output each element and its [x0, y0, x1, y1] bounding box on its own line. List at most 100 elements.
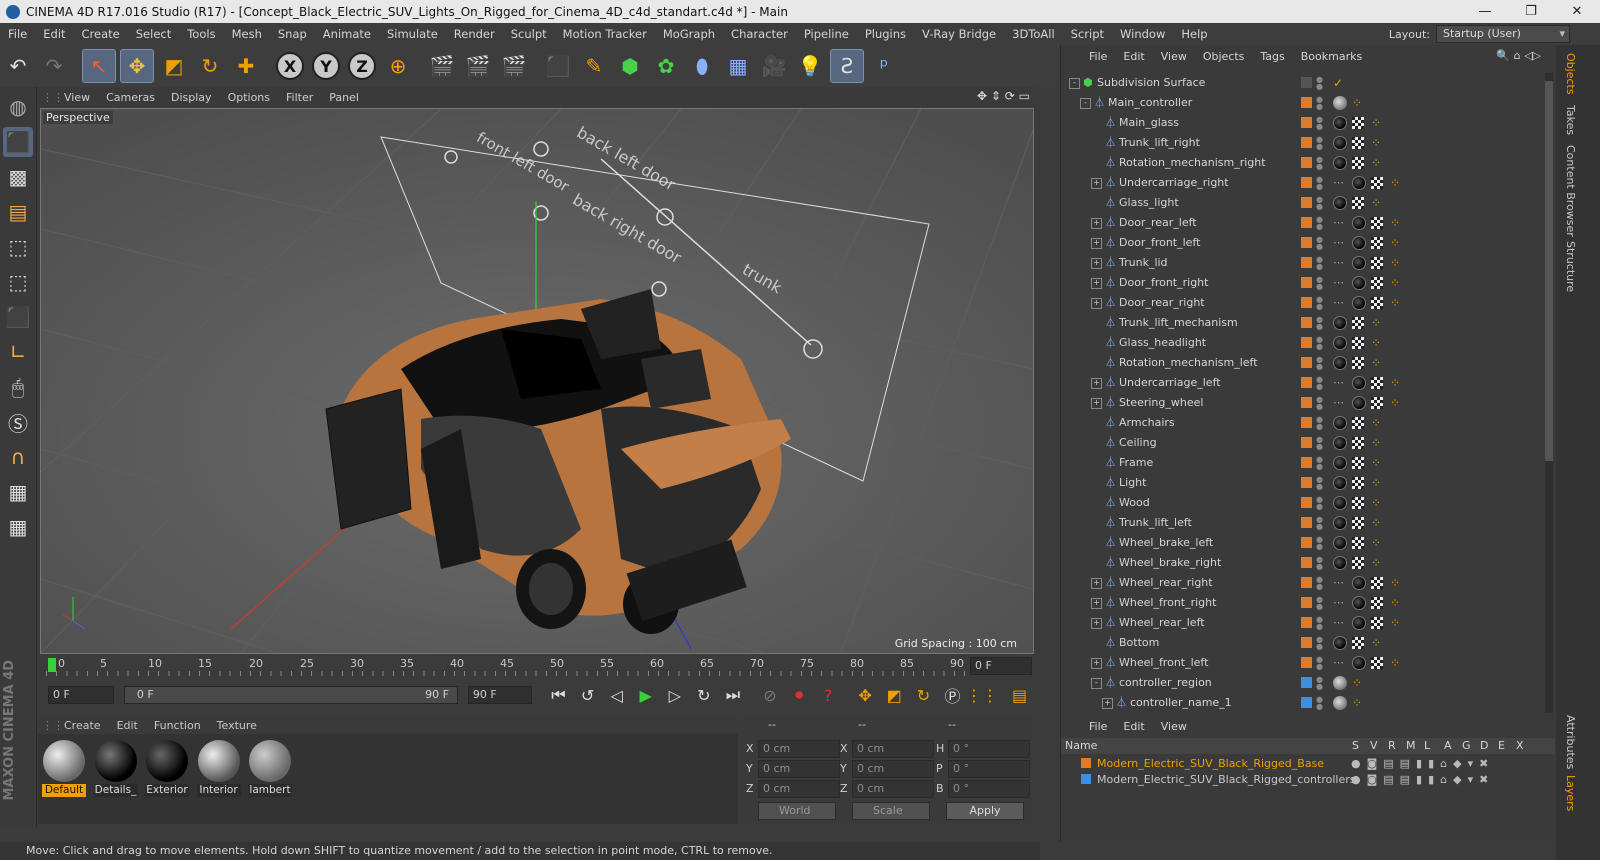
layer-row[interactable]: Modern_Electric_SUV_Black_Rigged_control… [1061, 772, 1555, 787]
object-row[interactable]: + ⏃ Undercarriage_right ● ● ⋯ ⁘ [1061, 173, 1545, 193]
visibility-dots-icon[interactable]: ● ● [1316, 196, 1323, 211]
layer-color-swatch[interactable] [1301, 537, 1312, 548]
collapse-toggle[interactable]: - [1069, 78, 1080, 89]
objects-menu-tags[interactable]: Tags [1252, 50, 1292, 63]
camera-icon[interactable]: 🎥 [758, 50, 790, 82]
perspective-viewport[interactable]: front left door back left door back righ… [40, 108, 1034, 654]
tab-objects[interactable]: Objects [1564, 53, 1577, 95]
selection-tag-icon[interactable]: ⁘ [1371, 496, 1385, 510]
record-icon[interactable]: ⏺ [787, 684, 812, 706]
visibility-dots-icon[interactable]: ● ● [1316, 416, 1323, 431]
rotation-b-field[interactable]: 0 ° [948, 780, 1030, 798]
render-settings-icon[interactable]: 🎬 [498, 50, 530, 82]
redo-icon[interactable]: ↷ [38, 50, 70, 82]
tab-structure[interactable]: Structure [1564, 241, 1577, 292]
axis-mode-icon[interactable]: ∟ [3, 337, 33, 367]
menu-character[interactable]: Character [723, 27, 796, 41]
play-icon[interactable]: ▶ [633, 684, 658, 706]
key-param-icon[interactable]: Ⓟ [940, 684, 965, 706]
selection-tag-icon[interactable]: ⁘ [1390, 296, 1404, 310]
menu-motion-tracker[interactable]: Motion Tracker [555, 27, 655, 41]
maximize-button[interactable]: ❐ [1508, 0, 1554, 23]
ik-tag-icon[interactable]: ⋯ [1333, 276, 1347, 290]
position-x-field[interactable]: 0 cm [758, 740, 840, 758]
visibility-dots-icon[interactable]: ● ● [1316, 96, 1323, 111]
timeline-window-icon[interactable]: ▤ [1007, 684, 1032, 706]
layer-color-swatch[interactable] [1301, 657, 1312, 668]
menu-file[interactable]: File [0, 27, 35, 41]
visibility-dots-icon[interactable]: ● ● [1316, 316, 1323, 331]
key-scale-icon[interactable]: ◩ [882, 684, 907, 706]
object-row[interactable]: - ⏃ controller_region ● ● ⁘ [1061, 673, 1545, 693]
selection-tag-icon[interactable]: ⁘ [1371, 436, 1385, 450]
texture-tag-icon[interactable] [1352, 157, 1364, 169]
material-menu-texture[interactable]: Texture [209, 719, 265, 732]
layer-row[interactable]: Modern_Electric_SUV_Black_Rigged_Base ●◙… [1061, 756, 1555, 771]
material-menu-edit[interactable]: Edit [109, 719, 146, 732]
material-tag-icon[interactable] [1352, 656, 1366, 670]
visibility-dots-icon[interactable]: ● ● [1316, 696, 1323, 711]
material-menu-function[interactable]: Function [146, 719, 209, 732]
material-tag-icon[interactable] [1333, 96, 1347, 110]
material-tag-icon[interactable] [1333, 476, 1347, 490]
material-tag-icon[interactable] [1352, 396, 1366, 410]
visibility-dots-icon[interactable]: ● ● [1316, 76, 1323, 91]
model-mode-icon[interactable]: ⬛ [3, 127, 33, 157]
visibility-dots-icon[interactable]: ● ● [1316, 476, 1323, 491]
object-row[interactable]: ⏃ Wheel_brake_left ● ● ⁘ [1061, 533, 1545, 553]
tab-layers[interactable]: Layers [1564, 775, 1577, 811]
texture-tag-icon[interactable] [1371, 257, 1383, 269]
expand-toggle[interactable]: + [1091, 218, 1102, 229]
objects-menu-file[interactable]: File [1081, 50, 1115, 63]
layer-flag-icons[interactable]: ●◙▤▤▮▮⌂◆▾✖ [1351, 756, 1494, 771]
layer-color-swatch[interactable] [1301, 177, 1312, 188]
material-item[interactable]: Interior [196, 734, 241, 797]
collapse-toggle[interactable]: - [1080, 98, 1091, 109]
texture-tag-icon[interactable] [1371, 177, 1383, 189]
cloner-icon[interactable]: ✿ [650, 50, 682, 82]
object-row[interactable]: ⏃ Glass_light ● ● ⁘ [1061, 193, 1545, 213]
material-tag-icon[interactable] [1333, 636, 1347, 650]
expand-toggle[interactable]: + [1091, 618, 1102, 629]
texture-tag-icon[interactable] [1371, 297, 1383, 309]
layer-color-swatch[interactable] [1301, 237, 1312, 248]
expand-toggle[interactable]: + [1091, 578, 1102, 589]
visibility-dots-icon[interactable]: ● ● [1316, 636, 1323, 651]
layer-color-swatch[interactable] [1301, 297, 1312, 308]
object-row[interactable]: ⏃ Trunk_lift_left ● ● ⁘ [1061, 513, 1545, 533]
ik-tag-icon[interactable]: ⋯ [1333, 376, 1347, 390]
visibility-dots-icon[interactable]: ● ● [1316, 456, 1323, 471]
sculpt-plugin-icon[interactable]: Ƨ [830, 49, 864, 83]
layer-flag-icons[interactable]: ●◙▤▤▮▮⌂◆▾✖ [1351, 772, 1494, 787]
expand-toggle[interactable]: + [1091, 378, 1102, 389]
coordinate-space-select[interactable]: World [758, 802, 836, 820]
material-tag-icon[interactable] [1333, 116, 1347, 130]
texture-mode-icon[interactable]: ▩ [3, 162, 33, 192]
texture-tag-icon[interactable] [1371, 377, 1383, 389]
menu-sculpt[interactable]: Sculpt [503, 27, 555, 41]
visibility-dots-icon[interactable]: ● ● [1316, 236, 1323, 251]
objects-menu-view[interactable]: View [1153, 50, 1195, 63]
goto-start-icon[interactable]: ⏮ [546, 684, 571, 706]
check-icon[interactable]: ✓ [1333, 76, 1347, 90]
polygons-mode-icon[interactable]: ⬛ [3, 302, 33, 332]
menu-mograph[interactable]: MoGraph [655, 27, 723, 41]
position-z-field[interactable]: 0 cm [758, 780, 840, 798]
texture-tag-icon[interactable] [1352, 437, 1364, 449]
material-tag-icon[interactable] [1352, 616, 1366, 630]
live-selection-icon[interactable]: ↖ [82, 49, 116, 83]
move-tool-icon[interactable]: ✥ [120, 49, 154, 83]
collapse-toggle[interactable]: - [1091, 678, 1102, 689]
layer-color-swatch[interactable] [1301, 397, 1312, 408]
layer-color-swatch[interactable] [1301, 77, 1312, 88]
visibility-dots-icon[interactable]: ● ● [1316, 276, 1323, 291]
light-icon[interactable]: 💡 [794, 50, 826, 82]
selection-tag-icon[interactable]: ⁘ [1352, 676, 1366, 690]
object-row[interactable]: ⏃ Rotation_mechanism_right ● ● ⁘ [1061, 153, 1545, 173]
object-row[interactable]: + ⏃ controller_name_1 ● ● ⁘ [1061, 693, 1545, 713]
texture-tag-icon[interactable] [1352, 477, 1364, 489]
visibility-dots-icon[interactable]: ● ● [1316, 516, 1323, 531]
material-tag-icon[interactable] [1333, 536, 1347, 550]
object-row[interactable]: ⏃ Glass_headlight ● ● ⁘ [1061, 333, 1545, 353]
expand-toggle[interactable]: + [1091, 598, 1102, 609]
